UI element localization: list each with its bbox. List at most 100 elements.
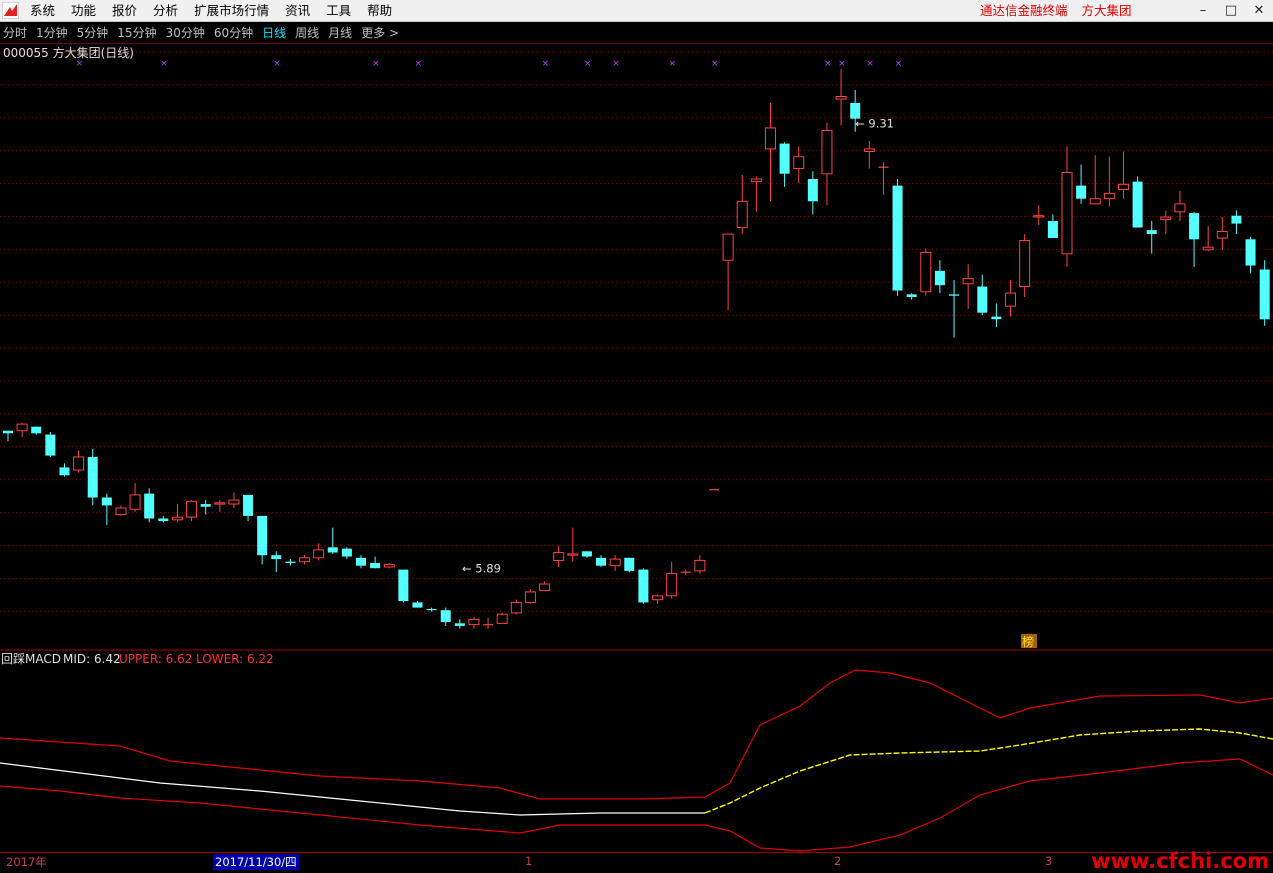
candle bbox=[764, 103, 776, 202]
candle-body bbox=[1189, 213, 1200, 240]
candle bbox=[1103, 156, 1115, 207]
menu-item-0[interactable]: 系统 bbox=[22, 0, 63, 21]
candle-body bbox=[722, 233, 734, 261]
close-icon[interactable]: ✕ bbox=[1245, 0, 1273, 21]
candle bbox=[539, 581, 551, 592]
menu-item-5[interactable]: 资讯 bbox=[277, 0, 318, 21]
candle bbox=[1117, 151, 1129, 199]
candle bbox=[1146, 221, 1157, 254]
candle-body bbox=[426, 608, 437, 611]
candle bbox=[1033, 205, 1045, 225]
candle bbox=[257, 515, 268, 565]
candle bbox=[510, 599, 522, 615]
candle-body bbox=[171, 516, 183, 521]
period-tab-3[interactable]: 15分钟 bbox=[117, 24, 156, 41]
candle-body bbox=[666, 573, 678, 597]
indicator-upper: UPPER: 6.62 bbox=[119, 652, 192, 666]
candle bbox=[115, 505, 127, 516]
candle bbox=[624, 557, 635, 573]
candle-body bbox=[1019, 240, 1031, 288]
candle bbox=[1076, 164, 1087, 204]
period-tab-8[interactable]: 月线 bbox=[328, 24, 352, 41]
period-tab-2[interactable]: 5分钟 bbox=[77, 24, 109, 41]
candle bbox=[821, 122, 833, 206]
menu-item-6[interactable]: 工具 bbox=[318, 0, 359, 21]
window-title: 通达信金融终端 方大集团 bbox=[980, 0, 1142, 21]
candle-body bbox=[1061, 172, 1073, 255]
kline-chart[interactable]: 000055 方大集团(日线)× × × × × × × × × × × × × ×← 9.31← 5.8… bbox=[0, 43, 1273, 852]
candle bbox=[214, 500, 226, 512]
candle-body bbox=[87, 456, 98, 498]
candle-body bbox=[977, 286, 988, 313]
candle bbox=[1231, 210, 1242, 235]
candle bbox=[356, 555, 366, 569]
candle-body bbox=[624, 557, 635, 571]
candle bbox=[73, 450, 85, 473]
period-tab-7[interactable]: 周线 bbox=[295, 24, 319, 41]
candle bbox=[1202, 226, 1214, 252]
candle bbox=[45, 432, 56, 457]
candle-body bbox=[694, 559, 706, 572]
period-tab-5[interactable]: 60分钟 bbox=[214, 24, 253, 41]
candle-body bbox=[200, 504, 211, 507]
menu-item-4[interactable]: 扩展市场行情 bbox=[186, 0, 277, 21]
candle-body bbox=[101, 497, 112, 506]
candle bbox=[892, 179, 903, 296]
candle-body bbox=[327, 547, 338, 553]
candle bbox=[16, 422, 28, 438]
candle-body bbox=[567, 553, 579, 556]
candle-body bbox=[73, 456, 85, 471]
menu-item-3[interactable]: 分析 bbox=[145, 0, 186, 21]
candle bbox=[200, 500, 211, 515]
candle bbox=[920, 248, 932, 296]
menu-item-2[interactable]: 报价 bbox=[104, 0, 145, 21]
period-tab-9[interactable]: 更多 > bbox=[361, 24, 399, 41]
chart-title: 000055 方大集团(日线) bbox=[3, 45, 134, 60]
candle bbox=[186, 500, 198, 522]
period-tab-1[interactable]: 1分钟 bbox=[36, 24, 68, 41]
candle bbox=[1132, 176, 1143, 228]
candle bbox=[398, 569, 409, 603]
candle-body bbox=[440, 610, 451, 622]
period-tab-4[interactable]: 30分钟 bbox=[166, 24, 205, 41]
candle-body bbox=[31, 426, 42, 434]
candle bbox=[101, 493, 112, 525]
candle-body bbox=[596, 557, 607, 566]
period-tab-6[interactable]: 日线 bbox=[262, 24, 286, 41]
signal-marker: × bbox=[76, 59, 84, 69]
candle bbox=[412, 601, 423, 608]
candle bbox=[341, 547, 352, 560]
candle bbox=[454, 619, 465, 629]
maximize-icon[interactable]: □ bbox=[1217, 0, 1245, 21]
candle bbox=[144, 488, 155, 523]
mid-line-rising bbox=[704, 728, 1273, 814]
candle-body bbox=[1103, 192, 1115, 200]
menu-item-7[interactable]: 帮助 bbox=[359, 0, 400, 21]
mid-line bbox=[0, 762, 705, 816]
candle-body bbox=[609, 558, 621, 567]
candle bbox=[87, 449, 98, 506]
minimize-icon[interactable]: – bbox=[1189, 0, 1217, 21]
candle bbox=[129, 483, 141, 512]
candle bbox=[1047, 214, 1058, 238]
candle-body bbox=[398, 569, 409, 602]
stock-title: 方大集团 bbox=[1081, 3, 1132, 18]
menu-bar: 系统 功能 报价 分析 扩展市场行情 资讯 工具 帮助 通达信金融终端 方大集团 – □ ✕ bbox=[0, 0, 1273, 22]
candle bbox=[652, 594, 664, 604]
candle bbox=[31, 426, 42, 435]
candle bbox=[271, 551, 282, 573]
candle-body bbox=[45, 434, 56, 456]
candle bbox=[567, 527, 579, 562]
candle-body bbox=[228, 499, 240, 505]
candle bbox=[1245, 236, 1256, 274]
candle-body bbox=[1089, 198, 1101, 205]
menu-item-1[interactable]: 功能 bbox=[63, 0, 104, 21]
candles bbox=[3, 68, 1270, 629]
low-price-label: ← 5.89 bbox=[462, 562, 501, 576]
period-tab-0[interactable]: 分时 bbox=[3, 24, 27, 41]
candle-body bbox=[1160, 216, 1172, 221]
candle bbox=[285, 559, 296, 566]
candle-body bbox=[313, 549, 325, 559]
candle-body bbox=[1033, 215, 1045, 218]
candle bbox=[158, 515, 169, 523]
